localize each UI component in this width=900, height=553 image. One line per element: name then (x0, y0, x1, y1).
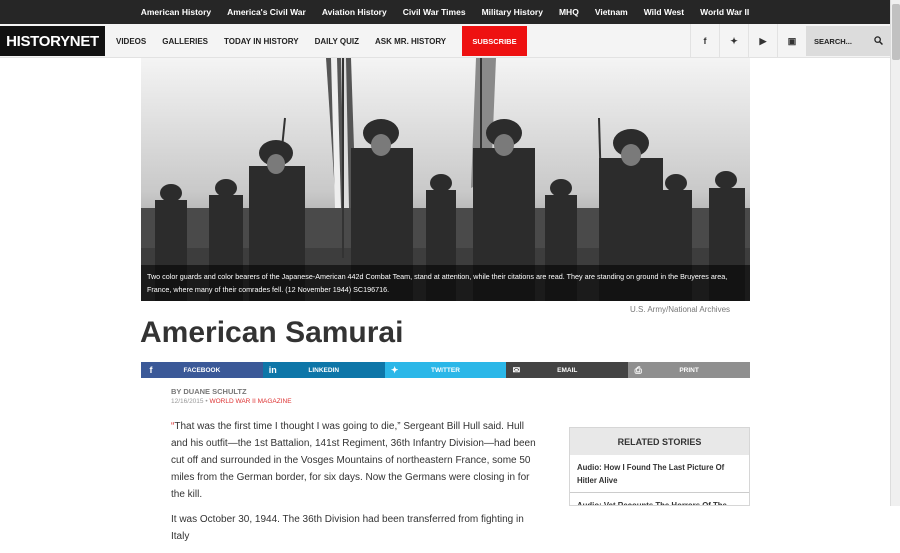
email-share-button[interactable]: ✉ EMAIL (506, 362, 629, 378)
share-label: EMAIL (557, 366, 578, 374)
linkedin-share-button[interactable]: in LINKEDIN (262, 362, 385, 378)
related-stories-box: RELATED STORIES Audio: How I Found The L… (569, 427, 750, 506)
topnav-link[interactable]: Civil War Times (395, 7, 474, 17)
article-byline[interactable]: BY DUANE SCHULTZ (171, 387, 247, 396)
photo-credit: U.S. Army/National Archives (630, 305, 731, 314)
share-label: FACEBOOK (183, 366, 221, 374)
facebook-icon[interactable]: f (690, 24, 719, 58)
related-story-link[interactable]: Audio: How I Found The Last Picture Of H… (570, 455, 749, 493)
related-story-link[interactable]: Audio: Vet Recounts The Horrors Of The (570, 493, 749, 505)
article-dateline: 12/16/2015 • WORLD WAR II MAGAZINE (171, 398, 292, 405)
twitter-icon: ✦ (390, 364, 399, 375)
subscribe-button[interactable]: SUBSCRIBE (462, 26, 527, 56)
share-label: TWITTER (431, 366, 460, 374)
page-scrollbar[interactable] (890, 0, 900, 506)
facebook-share-button[interactable]: f FACEBOOK (141, 362, 263, 378)
mainnav-link[interactable]: VIDEOS (108, 37, 154, 46)
top-site-nav: American History America's Civil War Aviat… (0, 0, 890, 24)
social-icons: f ✦ ▶ ▣ (690, 24, 806, 58)
topnav-link[interactable]: Wild West (636, 7, 692, 17)
magazine-link[interactable]: WORLD WAR II MAGAZINE (209, 398, 291, 405)
print-share-button[interactable]: ⎙ PRINT (628, 362, 750, 378)
scrollbar-thumb[interactable] (892, 4, 900, 60)
twitter-share-button[interactable]: ✦ TWITTER (384, 362, 507, 378)
search-icon[interactable] (874, 36, 883, 45)
mainnav-link[interactable]: ASK MR. HISTORY (367, 37, 454, 46)
facebook-icon: f (149, 365, 153, 375)
article-body: “That was the first time I thought I was… (171, 418, 536, 553)
search-box[interactable] (806, 26, 890, 56)
print-icon: ⎙ (634, 364, 642, 375)
share-label: PRINT (679, 366, 699, 374)
instagram-icon[interactable]: ▣ (777, 24, 806, 58)
article-date: 12/16/2015 (171, 398, 204, 405)
photo-caption: Two color guards and color bearers of th… (141, 265, 750, 301)
share-label: LINKEDIN (308, 366, 340, 374)
topnav-link[interactable]: Vietnam (587, 7, 636, 17)
topnav-link[interactable]: American History (133, 7, 219, 17)
share-bar: f FACEBOOK in LINKEDIN ✦ TWITTER ✉ EMAIL ⎙ PRINT (141, 362, 750, 378)
twitter-icon[interactable]: ✦ (719, 24, 748, 58)
email-icon: ✉ (512, 364, 521, 375)
mainnav-link[interactable]: GALLERIES (154, 37, 216, 46)
topnav-link[interactable]: Military History (474, 7, 551, 17)
search-input[interactable] (814, 36, 872, 46)
topnav-link[interactable]: World War II (692, 7, 757, 17)
main-nav-links: VIDEOS GALLERIES TODAY IN HISTORY DAILY QUI… (108, 24, 454, 58)
linkedin-icon: in (268, 365, 277, 375)
related-stories-heading: RELATED STORIES (570, 428, 749, 455)
article-title: American Samurai (140, 316, 404, 349)
topnav-link[interactable]: Aviation History (314, 7, 395, 17)
topnav-link[interactable]: America's Civil War (219, 7, 314, 17)
historynet-logo[interactable]: HISTORYNET (0, 26, 105, 56)
hero-photo: Two color guards and color bearers of th… (141, 58, 750, 301)
topnav-link[interactable]: MHQ (551, 7, 587, 17)
mainnav-link[interactable]: TODAY IN HISTORY (216, 37, 307, 46)
main-navbar: HISTORYNET VIDEOS GALLERIES TODAY IN HISTO… (0, 24, 890, 58)
youtube-icon[interactable]: ▶ (748, 24, 777, 58)
mainnav-link[interactable]: DAILY QUIZ (307, 37, 367, 46)
article-paragraph: It was October 30, 1944. The 36th Divisi… (171, 514, 524, 542)
article-paragraph: “That was the first time I thought I was… (171, 421, 536, 500)
